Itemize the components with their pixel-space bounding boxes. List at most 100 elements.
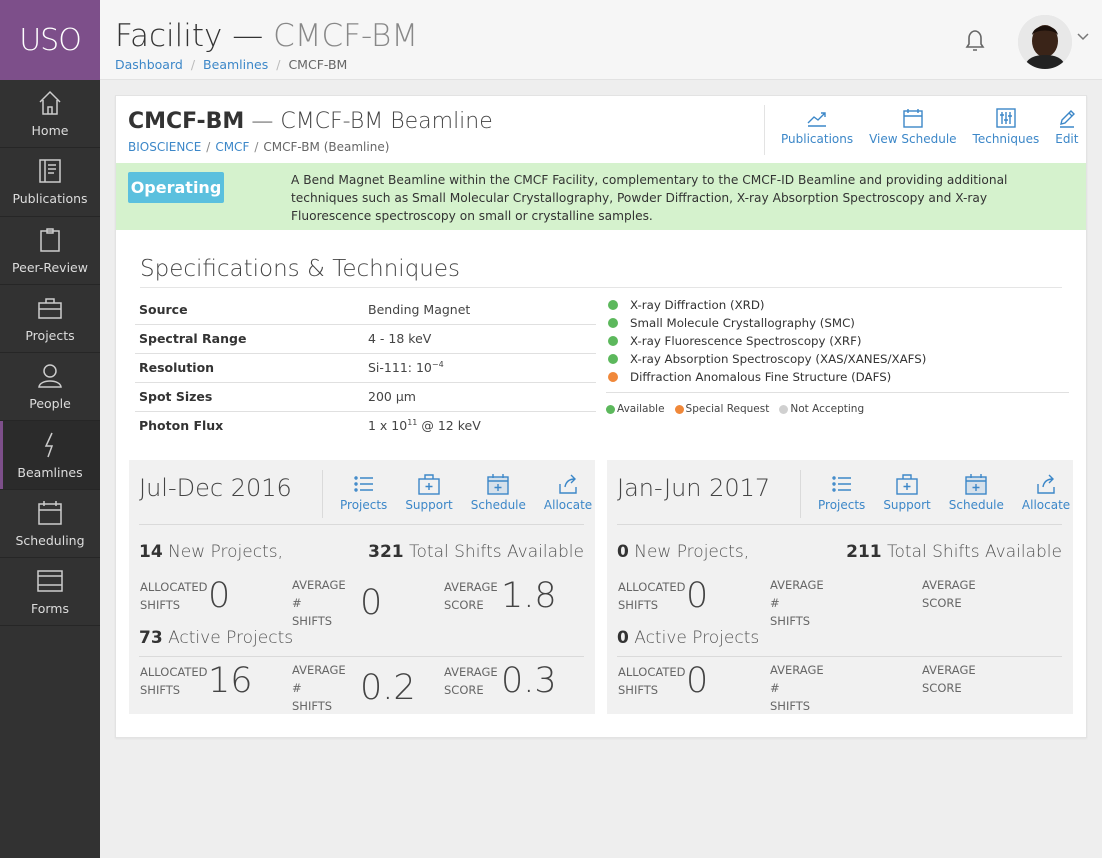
calendar-icon [38,500,62,525]
publications-label: Publications [781,132,854,146]
divider [617,524,1062,525]
stat-value: 0 [360,583,383,623]
support-button[interactable]: Support [396,470,461,518]
active-projects-summary: 0 Active Projects [617,628,1062,648]
technique-name: Small Molecule Crystallography (SMC) [630,316,855,330]
support-button[interactable]: Support [874,470,939,518]
techniques-label: Techniques [972,132,1040,146]
sidebar-item-projects[interactable]: Projects [0,285,100,354]
calendar-icon [903,109,923,128]
average-shifts-stat: AVERAGE # SHIFTS [770,576,838,630]
avatar[interactable] [1018,15,1072,69]
not-accepting-dot-icon [779,404,789,414]
briefcase-plus-icon [418,474,440,495]
cycle-actions: Projects Support Schedule Allocate [800,470,1079,518]
sidebar-item-scheduling[interactable]: Scheduling [0,490,100,559]
stat-value: 0.3 [501,661,557,701]
beamline-name: CMCF-BM Beamline [280,109,493,134]
table-row: Spot Sizes 200 µm [135,382,596,412]
share-icon [559,474,577,494]
spec-value-exponent: 11 [407,418,418,428]
breadcrumb-current: CMCF-BM [288,57,348,72]
stat-label: ALLOCATED SHIFTS [140,580,208,612]
average-score-stat: AVERAGE SCORE [922,576,979,612]
spec-key: Source [135,295,364,325]
technique-name: X-ray Diffraction (XRD) [630,298,765,312]
stat-label: AVERAGE SCORE [444,665,498,697]
sidebar-item-people[interactable]: People [0,353,100,422]
sidebar-item-peer-review[interactable]: Peer-Review [0,217,100,285]
spec-value-exponent: −4 [431,359,444,369]
edit-button[interactable]: Edit [1047,105,1086,155]
specs-table: Source Bending Magnet Spectral Range 4 - 1… [135,295,596,440]
allocate-button[interactable]: Allocate [1013,470,1079,518]
notifications-button[interactable] [962,26,988,57]
schedule-label: Schedule [948,498,1004,512]
techniques-list: X-ray Diffraction (XRD) Small Molecule C… [606,296,1069,415]
sidebar-item-label: Peer-Review [12,259,88,275]
cycle-panel: Jan-Jun 2017 Projects Support Schedule A… [607,460,1073,714]
total-shifts-label: Total Shifts Available [887,542,1062,562]
technique-name: Diffraction Anomalous Fine Structure (DA… [630,370,892,384]
breadcrumb-beamlines[interactable]: Beamlines [203,57,268,72]
beamline-title-dash: — [251,109,274,134]
sidebar-item-label: Publications [12,191,88,207]
support-label: Support [883,498,931,512]
support-label: Support [405,498,453,512]
average-shifts-stat: AVERAGE # SHIFTS 0 [292,576,382,630]
sidebar-item-label: Home [31,123,69,139]
available-dot-icon [606,404,615,414]
publications-button[interactable]: Publications [773,105,861,155]
sidebar-item-beamlines[interactable]: Beamlines [0,421,100,490]
bell-icon [965,30,985,51]
crumb-cmcf[interactable]: CMCF [215,140,249,154]
spec-value: 1 x 1011 @ 12 keV [364,411,596,440]
app-logo[interactable]: USO [0,0,100,80]
breadcrumb-dashboard[interactable]: Dashboard [115,57,183,72]
average-score-stat: AVERAGE SCORE 1.8 [444,576,557,616]
projects-label: Projects [340,498,388,512]
sidebar-item-forms[interactable]: Forms [0,558,100,627]
sidebar-item-label: Projects [25,328,75,344]
available-dot-icon [608,300,618,310]
projects-label: Projects [818,498,866,512]
projects-button[interactable]: Projects [809,470,874,518]
allocated-shifts-stat: ALLOCATED SHIFTS 0 [618,661,708,701]
list-item: Small Molecule Crystallography (SMC) [606,314,1069,332]
allocate-button[interactable]: Allocate [535,470,601,518]
active-projects-count: 0 [617,628,629,648]
stat-label: AVERAGE # SHIFTS [770,578,824,628]
stat-value: 0 [686,661,709,701]
crumb-bioscience[interactable]: BIOSCIENCE [128,140,201,154]
page-title: Facility — CMCF-BM [115,18,418,54]
view-schedule-button[interactable]: View Schedule [861,105,964,155]
sliders-icon [996,108,1016,128]
average-score-stat: AVERAGE SCORE 0.3 [444,661,557,701]
techniques-button[interactable]: Techniques [965,105,1048,155]
cycle-actions: Projects Support Schedule Allocate [322,470,601,518]
specs-title: Specifications & Techniques [140,256,461,282]
divider [617,656,1062,657]
schedule-button[interactable]: Schedule [462,470,535,518]
sidebar-item-home[interactable]: Home [0,80,100,149]
spec-value: 200 µm [364,382,596,412]
chart-icon [807,112,827,127]
legend-item: Available [606,403,665,415]
page-title-sub: CMCF-BM [273,18,419,54]
average-shifts-stat: AVERAGE # SHIFTS [770,661,838,715]
list-icon [353,476,373,492]
projects-button[interactable]: Projects [331,470,396,518]
allocated-shifts-stat: ALLOCATED SHIFTS 0 [140,576,230,616]
chevron-down-icon[interactable] [1076,30,1090,47]
sidebar-item-label: People [29,396,71,412]
sidebar-item-publications[interactable]: Publications [0,148,100,217]
list-item: X-ray Absorption Spectroscopy (XAS/XANES… [606,350,1069,368]
allocate-label: Allocate [543,498,593,512]
stat-label: AVERAGE SCORE [922,578,976,610]
table-row: Photon Flux 1 x 1011 @ 12 keV [135,411,596,440]
list-icon [831,476,851,492]
schedule-button[interactable]: Schedule [940,470,1013,518]
available-dot-icon [608,318,618,328]
list-item: X-ray Diffraction (XRD) [606,296,1069,314]
available-dot-icon [608,336,618,346]
